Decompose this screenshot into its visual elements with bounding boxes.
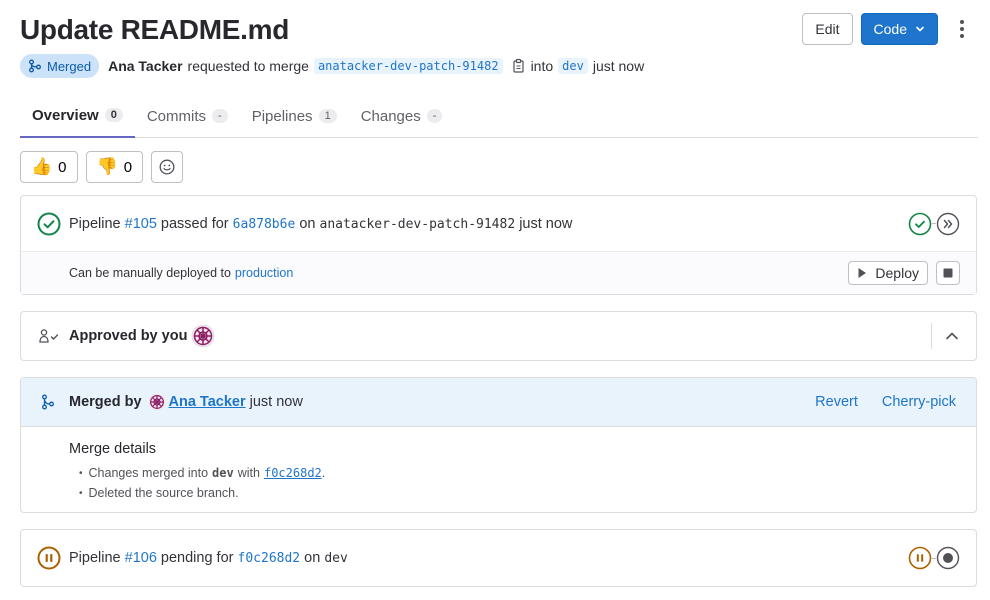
tab-pipelines-count: 1	[318, 109, 337, 123]
pipeline-id-link[interactable]: #105	[125, 216, 157, 232]
merge-detail-item: • Changes merged into dev with f0c268d2 …	[79, 466, 326, 480]
merged-by-user-link[interactable]: Ana Tacker	[169, 394, 246, 410]
deploy-button-label: Deploy	[875, 265, 919, 281]
pipeline-label: Pipeline	[69, 550, 121, 566]
pipeline-status-text: passed for	[160, 215, 229, 232]
requested-text: requested to merge	[187, 58, 309, 74]
copy-icon[interactable]	[512, 58, 526, 74]
detail-deleted-branch-text: Deleted the source branch.	[88, 486, 239, 500]
stage-created-icon[interactable]	[936, 546, 960, 570]
detail-with-text: with	[237, 466, 260, 480]
pipeline-mini-graph	[908, 212, 960, 236]
approval-check-icon	[39, 329, 59, 343]
tab-overview[interactable]: Overview 0	[20, 94, 135, 138]
stage-pending-icon[interactable]	[908, 546, 932, 570]
detail-branch: dev	[212, 466, 234, 480]
meta-time: just now	[592, 58, 645, 74]
success-status-icon	[37, 212, 61, 235]
thumbs-up-count: 0	[58, 158, 67, 176]
merged-by-label: Merged by	[69, 394, 142, 410]
deploy-button[interactable]: Deploy	[848, 261, 928, 285]
pipeline-on-text: on	[304, 550, 321, 566]
status-badge: Merged	[20, 54, 100, 78]
approval-widget: Approved by you	[20, 311, 977, 361]
pipeline-summary: Pipeline #105 passed for 6a878b6e on ana…	[69, 216, 572, 232]
target-branch[interactable]: dev	[558, 58, 588, 74]
thumbs-up-icon: 👍	[31, 157, 53, 176]
tab-pipelines[interactable]: Pipelines 1	[240, 94, 349, 138]
chevron-down-icon	[916, 26, 924, 32]
tab-pipelines-label: Pipelines	[251, 107, 313, 125]
tab-overview-label: Overview	[32, 106, 99, 124]
pipeline-label: Pipeline	[69, 215, 121, 232]
commit-sha-link[interactable]: 6a878b6e	[233, 217, 296, 232]
tab-overview-count: 0	[104, 108, 123, 122]
merge-detail-item: • Deleted the source branch.	[79, 486, 239, 500]
source-branch[interactable]: anatacker-dev-patch-91482	[313, 58, 503, 74]
detail-suffix: .	[321, 466, 326, 480]
thumbs-down-icon: 👎	[96, 157, 118, 176]
tab-changes-count: -	[426, 109, 443, 123]
pipeline-on-text: on	[299, 215, 316, 232]
award-emoji-bar: 👍 0 👎 0	[20, 151, 184, 183]
pipeline-branch[interactable]: dev	[324, 551, 347, 566]
header-actions: Edit Code	[802, 13, 978, 45]
mr-tabs: Overview 0 Commits - Pipelines 1 Changes…	[20, 94, 978, 138]
author-name[interactable]: Ana Tacker	[108, 58, 182, 74]
post-merge-pipeline-widget: Pipeline #106 pending for f0c268d2 on de…	[20, 529, 977, 587]
merge-commit-link[interactable]: f0c268d2	[264, 466, 322, 480]
merge-details-title: Merge details	[69, 441, 157, 457]
tab-changes[interactable]: Changes -	[349, 94, 455, 138]
avatar[interactable]	[191, 324, 215, 348]
stop-environment-button[interactable]	[936, 261, 960, 285]
thumbs-down-count: 0	[123, 158, 133, 176]
add-reaction-button[interactable]	[151, 151, 184, 183]
avatar[interactable]	[148, 393, 166, 411]
pipeline-status-text: pending for	[160, 550, 234, 566]
merge-icon	[42, 394, 54, 410]
environment-link[interactable]: production	[235, 266, 293, 280]
chevron-up-icon[interactable]	[944, 328, 960, 344]
tab-changes-label: Changes	[360, 107, 421, 125]
into-text: into	[530, 58, 554, 74]
tab-commits[interactable]: Commits -	[135, 94, 240, 138]
more-actions-kebab-icon[interactable]	[946, 13, 978, 45]
deploy-text: Can be manually deployed to	[69, 266, 231, 280]
detail-prefix-text: Changes merged into	[88, 466, 209, 480]
merge-request-meta: Merged Ana Tacker requested to merge ana…	[20, 54, 644, 78]
thumbs-up-button[interactable]: 👍 0	[20, 151, 78, 183]
pending-status-icon	[37, 546, 61, 570]
approval-label: Approved by you	[69, 328, 188, 344]
pipeline-time: just now	[519, 215, 573, 232]
smiley-icon	[159, 159, 175, 175]
code-button-label: Code	[873, 21, 907, 37]
merged-widget: Merged by Ana Tacker just now Revert Che…	[20, 377, 977, 513]
merged-time: just now	[249, 394, 303, 410]
merge-icon	[29, 59, 41, 73]
play-icon	[858, 268, 867, 278]
pipeline-widget: Pipeline #105 passed for 6a878b6e on ana…	[20, 195, 977, 295]
edit-button[interactable]: Edit	[802, 13, 853, 45]
tab-commits-label: Commits	[146, 107, 207, 125]
code-dropdown-button[interactable]: Code	[860, 13, 938, 45]
status-badge-label: Merged	[47, 58, 92, 74]
stop-icon	[943, 268, 953, 278]
page-title: Update README.md	[20, 14, 289, 45]
pipeline-branch[interactable]: anatacker-dev-patch-91482	[320, 217, 516, 232]
revert-button[interactable]: Revert	[815, 394, 858, 410]
thumbs-down-button[interactable]: 👎 0	[85, 151, 144, 183]
downstream-pipeline-icon[interactable]	[936, 212, 960, 236]
cherry-pick-button[interactable]: Cherry-pick	[882, 394, 956, 410]
pipeline-mini-graph	[908, 546, 960, 570]
commit-sha-link[interactable]: f0c268d2	[238, 551, 301, 566]
tab-commits-count: -	[212, 109, 228, 123]
pipeline-id-link[interactable]: #106	[125, 550, 157, 566]
stage-success-icon[interactable]	[908, 212, 932, 236]
pipeline-summary: Pipeline #106 pending for f0c268d2 on de…	[69, 550, 348, 566]
